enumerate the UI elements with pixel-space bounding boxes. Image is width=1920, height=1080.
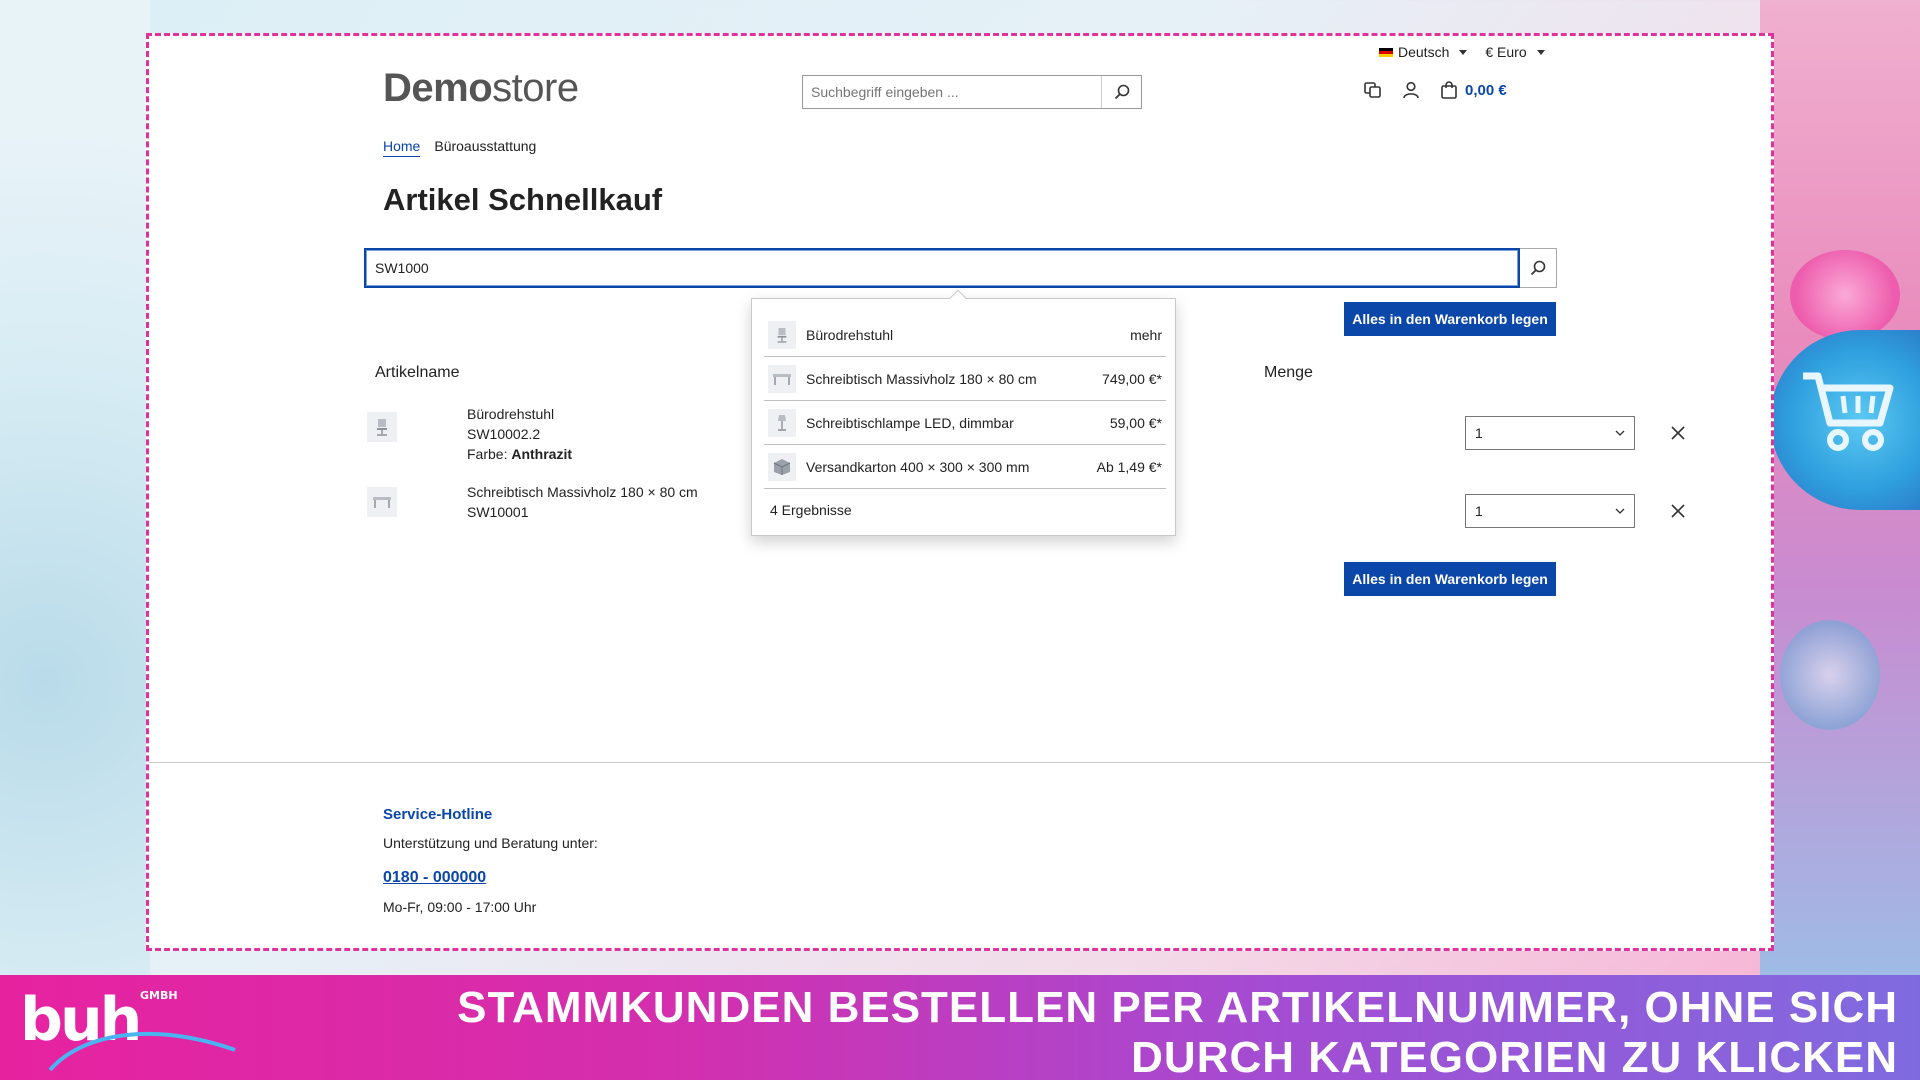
shop-screenshot-frame: Deutsch € Euro Demostore Suchbegriff ein…	[146, 33, 1774, 951]
quantity-select[interactable]: 1	[1465, 494, 1635, 528]
chevron-down-icon	[1536, 49, 1545, 55]
sku-search: SW1000	[364, 248, 1557, 288]
desk-icon	[373, 497, 391, 508]
breadcrumb: Home Büroausstattung	[383, 138, 536, 157]
header-search-input[interactable]	[803, 76, 1101, 108]
suggestion-name: Schreibtisch Massivholz 180 × 80 cm	[806, 370, 1037, 387]
compare-icon[interactable]	[1363, 80, 1383, 100]
product-info: Bürodrehstuhl SW10002.2 Farbe: Anthrazit	[467, 404, 572, 464]
chevron-down-icon	[1615, 508, 1625, 514]
hotline-subtitle: Unterstützung und Beratung unter:	[383, 835, 598, 851]
currency-selector[interactable]: € Euro	[1485, 44, 1545, 60]
hotline-hours: Mo-Fr, 09:00 - 17:00 Uhr	[383, 899, 537, 915]
suggestion-item[interactable]: Bürodrehstuhl mehr	[764, 313, 1166, 357]
suggestion-result-count[interactable]: 4 Ergebnisse	[770, 502, 852, 518]
background-left-decoration	[0, 0, 150, 975]
german-flag-icon	[1379, 47, 1393, 57]
page-title: Artikel Schnellkauf	[383, 182, 663, 217]
cart-total: 0,00 €	[1465, 81, 1507, 99]
box-icon	[768, 452, 796, 481]
quantity-select[interactable]: 1	[1465, 416, 1635, 450]
product-name[interactable]: Schreibtisch Massivholz 180 × 80 cm	[467, 482, 698, 502]
cart-button[interactable]: 0,00 €	[1439, 80, 1507, 100]
shopping-bag-icon	[1441, 81, 1457, 99]
breadcrumb-current[interactable]: Büroausstattung	[434, 138, 536, 157]
header-search	[802, 75, 1142, 109]
logo-swoosh-icon	[48, 1032, 236, 1072]
column-header-qty: Menge	[1264, 364, 1313, 381]
background-blue-sphere	[1780, 620, 1880, 730]
suggestion-price: 749,00 €*	[1102, 370, 1162, 387]
product-name[interactable]: Bürodrehstuhl	[467, 404, 572, 424]
top-bar: Deutsch € Euro	[1379, 44, 1545, 60]
product-thumbnail[interactable]	[367, 487, 397, 517]
sku-search-input[interactable]: SW1000	[364, 248, 1520, 288]
remove-item-icon[interactable]	[1670, 425, 1686, 441]
desk-icon	[768, 364, 796, 393]
suggestion-price: 59,00 €*	[1109, 414, 1162, 431]
suggestion-item[interactable]: Schreibtischlampe LED, dimmbar 59,00 €*	[764, 401, 1166, 445]
banner-headline: STAMMKUNDEN BESTELLEN PER ARTIKELNUMMER,…	[457, 983, 1898, 1080]
breadcrumb-home[interactable]: Home	[383, 138, 421, 157]
suggestion-name: Bürodrehstuhl	[806, 326, 894, 343]
search-icon	[1114, 84, 1129, 100]
suggestion-name: Versandkarton 400 × 300 × 300 mm	[806, 458, 1030, 475]
footer-divider	[149, 762, 1771, 763]
background-pink-sphere	[1790, 250, 1900, 340]
search-suggestions-dropdown: Bürodrehstuhl mehr Schreibtisch Massivho…	[751, 289, 1176, 536]
chair-icon	[377, 419, 387, 436]
product-sku: SW10002.2	[467, 426, 541, 442]
suggestion-price: mehr	[1130, 326, 1162, 343]
sku-search-button[interactable]	[1520, 248, 1557, 288]
add-all-to-cart-button-bottom[interactable]: Alles in den Warenkorb legen	[1344, 562, 1556, 596]
chair-icon	[768, 320, 796, 349]
header-actions: 0,00 €	[1363, 80, 1507, 100]
bottom-banner: buh GMBH STAMMKUNDEN BESTELLEN PER ARTIK…	[0, 975, 1920, 1080]
suggestion-item[interactable]: Schreibtisch Massivholz 180 × 80 cm 749,…	[764, 357, 1166, 401]
store-logo[interactable]: Demostore	[383, 66, 579, 111]
account-icon[interactable]	[1401, 80, 1421, 100]
search-icon	[1530, 260, 1546, 276]
hotline-phone-link[interactable]: 0180 - 000000	[383, 869, 486, 887]
column-header-name: Artikelname	[375, 364, 460, 381]
product-variant: Farbe: Anthrazit	[467, 446, 573, 462]
product-info: Schreibtisch Massivholz 180 × 80 cm SW10…	[467, 482, 698, 522]
shopping-cart-icon	[1803, 372, 1894, 451]
suggestion-price: Ab 1,49 €*	[1096, 458, 1162, 475]
chevron-down-icon	[1459, 49, 1468, 55]
remove-item-icon[interactable]	[1670, 503, 1686, 519]
add-all-to-cart-button-top[interactable]: Alles in den Warenkorb legen	[1344, 302, 1556, 336]
suggestion-item[interactable]: Versandkarton 400 × 300 × 300 mm Ab 1,49…	[764, 445, 1166, 489]
product-thumbnail[interactable]	[367, 412, 397, 442]
suggestion-name: Schreibtischlampe LED, dimmbar	[806, 414, 1014, 431]
hotline-title: Service-Hotline	[383, 806, 493, 823]
product-sku: SW10001	[467, 504, 529, 520]
language-selector[interactable]: Deutsch	[1379, 44, 1468, 60]
lamp-icon	[768, 408, 796, 437]
header-search-button[interactable]	[1101, 76, 1141, 108]
dropdown-arrow	[949, 289, 967, 307]
chevron-down-icon	[1615, 430, 1625, 436]
